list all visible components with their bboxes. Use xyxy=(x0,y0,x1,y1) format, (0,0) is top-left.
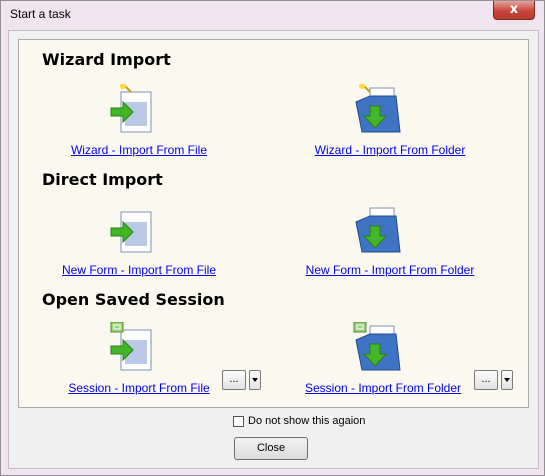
window-close-button[interactable]: x xyxy=(493,1,535,20)
new-form-folder-import-icon[interactable] xyxy=(352,204,404,258)
start-task-window: Start a task x Wizard Import Wizard - Im… xyxy=(0,0,545,476)
wizard-file-import-icon[interactable] xyxy=(109,84,157,138)
session-import-from-folder-link[interactable]: Session - Import From Folder xyxy=(305,381,461,395)
wizard-import-heading: Wizard Import xyxy=(42,50,171,69)
session-file-browse-button[interactable]: ... xyxy=(222,370,246,390)
direct-import-heading: Direct Import xyxy=(42,170,163,189)
new-form-import-from-file-link[interactable]: New Form - Import From File xyxy=(62,263,216,277)
close-button[interactable]: Close xyxy=(234,437,308,460)
session-file-import-icon[interactable] xyxy=(109,322,157,376)
wizard-import-from-file-link[interactable]: Wizard - Import From File xyxy=(71,143,207,157)
session-folder-browse-button[interactable]: ... xyxy=(474,370,498,390)
do-not-show-checkbox[interactable] xyxy=(233,416,244,427)
new-form-file-import-icon[interactable] xyxy=(109,204,157,258)
window-title: Start a task xyxy=(10,7,71,21)
session-folder-dropdown-button[interactable] xyxy=(501,370,513,390)
session-import-from-file-link[interactable]: Session - Import From File xyxy=(68,381,209,395)
wizard-import-from-folder-link[interactable]: Wizard - Import From Folder xyxy=(315,143,466,157)
dialog-client: Wizard Import Wizard - Import From File … xyxy=(8,30,539,469)
session-folder-import-icon[interactable] xyxy=(352,322,404,376)
wizard-folder-import-icon[interactable] xyxy=(352,84,404,138)
task-panel: Wizard Import Wizard - Import From File … xyxy=(18,39,529,408)
close-icon: x xyxy=(509,2,519,17)
session-file-dropdown-button[interactable] xyxy=(249,370,261,390)
title-bar[interactable]: Start a task x xyxy=(1,1,544,29)
open-saved-session-heading: Open Saved Session xyxy=(42,290,225,309)
new-form-import-from-folder-link[interactable]: New Form - Import From Folder xyxy=(306,263,475,277)
do-not-show-label[interactable]: Do not show this agaion xyxy=(248,415,365,427)
